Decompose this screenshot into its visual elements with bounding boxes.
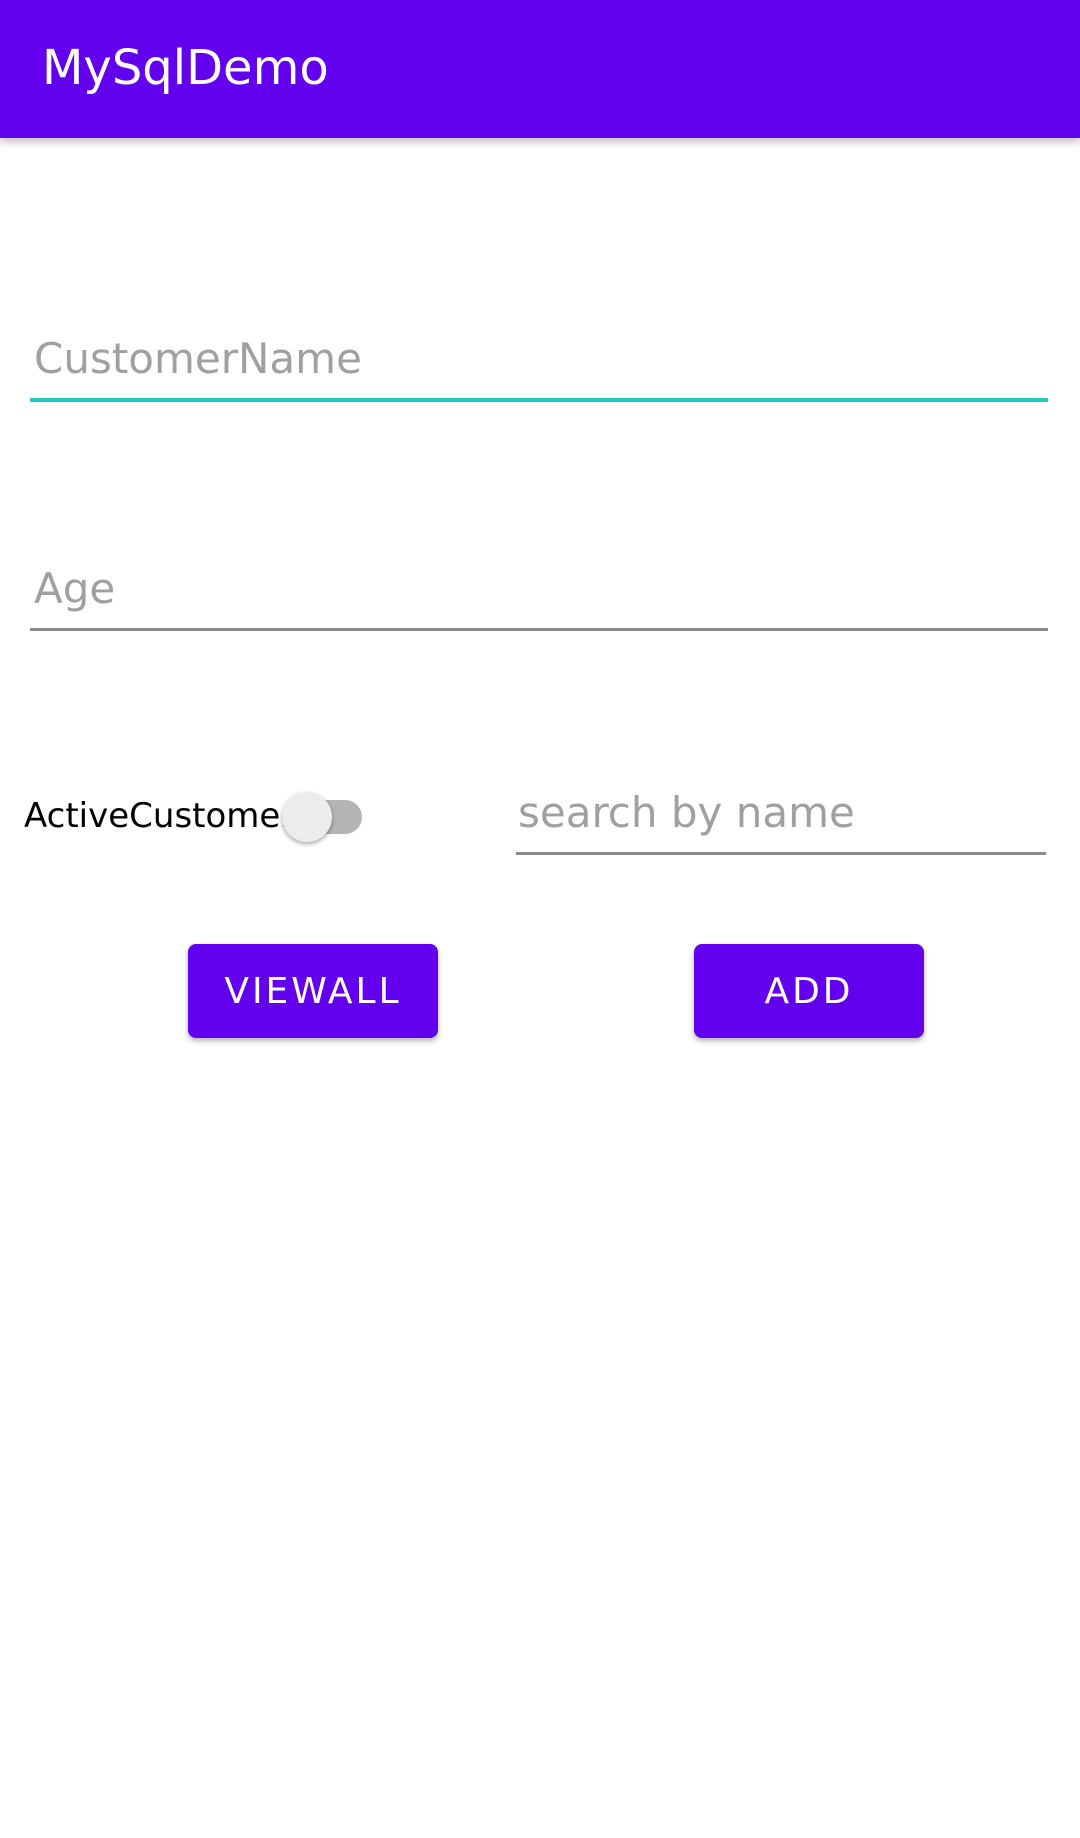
age-field[interactable] bbox=[30, 556, 1048, 631]
search-underline bbox=[516, 852, 1046, 855]
active-customer-switch[interactable] bbox=[282, 789, 366, 845]
search-input[interactable] bbox=[516, 780, 1046, 844]
search-field[interactable] bbox=[516, 780, 1046, 855]
active-customer-label: ActiveCustomer bbox=[24, 796, 295, 836]
switch-thumb bbox=[282, 792, 332, 842]
customer-name-underline bbox=[30, 398, 1048, 402]
app-bar: MySqlDemo bbox=[0, 0, 1080, 138]
app-title: MySqlDemo bbox=[42, 40, 329, 96]
add-button[interactable]: ADD bbox=[694, 944, 924, 1038]
viewall-button[interactable]: VIEWALL bbox=[188, 944, 438, 1038]
customer-name-field[interactable] bbox=[30, 326, 1048, 402]
age-underline bbox=[30, 628, 1048, 631]
customer-name-input[interactable] bbox=[30, 326, 1048, 390]
age-input[interactable] bbox=[30, 556, 1048, 620]
